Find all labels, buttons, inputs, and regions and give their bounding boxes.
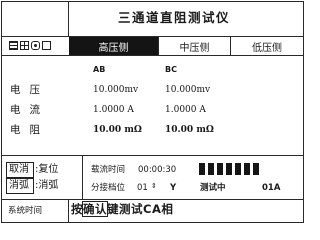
hint-suffix: 键测试CA相	[107, 202, 174, 216]
progress-bar-segment	[208, 163, 214, 175]
footer-divider	[1, 199, 304, 200]
box-icon	[42, 41, 51, 50]
tap-position-label: 分接档位	[91, 183, 126, 193]
resistance-ab-value: 10.00 mΩ	[93, 125, 142, 135]
winding-mode: Y	[170, 183, 177, 193]
device-screen: 三通道直阻测试仪 高压侧 中压侧 低压侧 AB BC 电压 10.000mv 1…	[0, 0, 305, 224]
system-time-label: 系统时间	[8, 206, 43, 216]
progress-bar-segment	[199, 163, 205, 175]
frame-left	[1, 1, 2, 223]
keys-vertical-divider	[82, 155, 83, 199]
footer-vertical-divider	[68, 199, 69, 223]
progress-bar-segment	[244, 163, 250, 175]
title-left-divider	[68, 1, 69, 37]
tab-label: 高压侧	[98, 42, 129, 54]
tabbar-divider	[1, 55, 304, 56]
demag-action: :消弧	[35, 180, 59, 191]
charge-progress-bars	[199, 163, 259, 175]
data-panel-divider	[1, 155, 304, 156]
charge-time-value: 00:00:30	[138, 165, 177, 175]
voltage-label: 电压	[10, 84, 49, 96]
grid-icon	[20, 41, 29, 50]
tap-position-value: 01	[137, 183, 148, 193]
current-label: 电流	[10, 104, 49, 116]
current-ab-value: 1.0000 A	[93, 105, 134, 115]
voltage-ab-value: 10.000mv	[93, 85, 139, 95]
resistance-bc-value: 10.00 mΩ	[165, 125, 214, 135]
voltage-bc-value: 10.000mv	[165, 85, 211, 95]
status-icons	[9, 41, 51, 50]
tab-label: 低压侧	[252, 42, 282, 54]
frame-right	[303, 1, 304, 223]
testing-status: 测试中	[200, 183, 226, 193]
progress-bar-segment	[235, 163, 241, 175]
tap-arrow-icon: ⇕	[151, 182, 157, 190]
cancel-action: :复位	[35, 164, 59, 175]
menu-icon	[9, 41, 18, 50]
progress-bar-segment	[226, 163, 232, 175]
app-title: 三通道直阻测试仪	[118, 10, 231, 25]
progress-bar-segment	[217, 163, 223, 175]
frame-top	[1, 1, 304, 2]
tab-label: 中压侧	[179, 42, 210, 54]
cancel-key: 取消	[9, 164, 29, 175]
confirm-key: 确认	[82, 201, 108, 217]
tab-mid-voltage[interactable]: 中压侧	[159, 37, 230, 55]
charge-time-label: 载流时间	[91, 165, 126, 175]
tab-low-voltage[interactable]: 低压侧	[231, 37, 303, 55]
phase-indicator: 01A	[262, 183, 281, 193]
progress-bar-segment	[253, 163, 259, 175]
test-hint: 按确认键测试CA相	[71, 201, 174, 217]
record-icon	[31, 41, 40, 50]
hint-prefix: 按	[71, 202, 83, 216]
channel-header-ab: AB	[93, 65, 106, 74]
frame-bottom	[1, 222, 304, 223]
channel-header-bc: BC	[165, 65, 177, 74]
demag-key: 消弧	[9, 180, 29, 191]
tab-high-voltage[interactable]: 高压侧	[69, 37, 158, 55]
resistance-label: 电阻	[10, 124, 49, 136]
current-bc-value: 1.0000 A	[165, 105, 206, 115]
